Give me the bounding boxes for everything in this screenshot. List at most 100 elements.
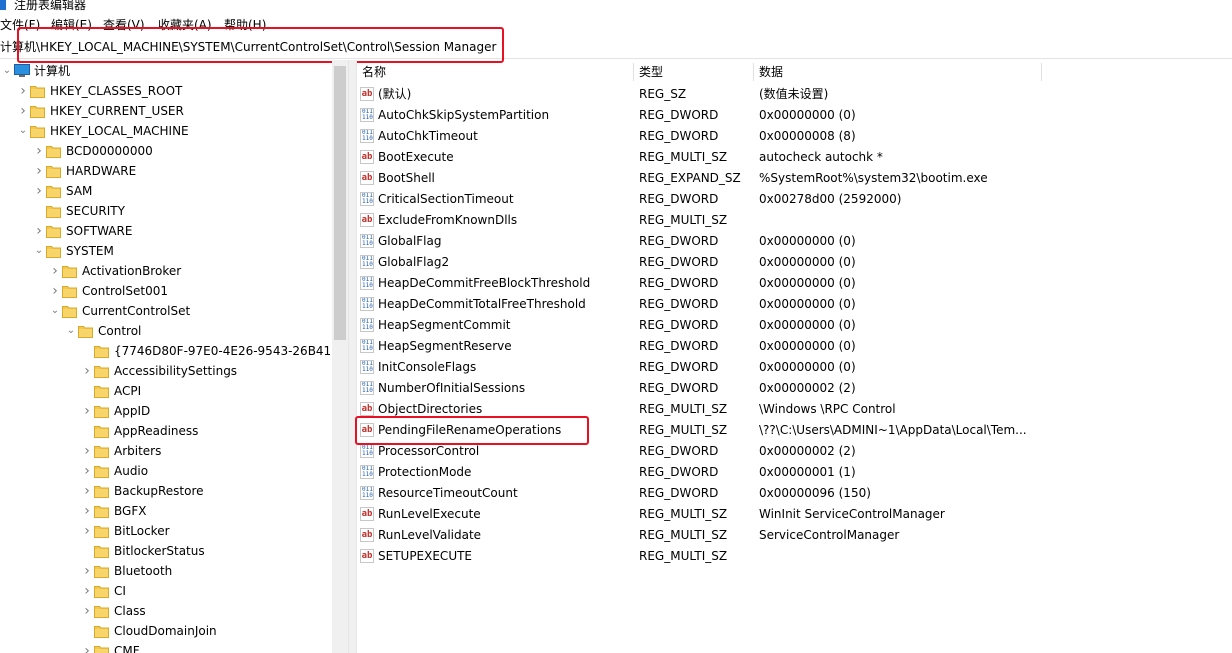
menu-edit[interactable]: 编辑(E): [51, 17, 92, 33]
value-row[interactable]: 011 110 HeapDeCommitFreeBlockThreshold REG_…: [356, 273, 1232, 294]
column-header-name[interactable]: 名称: [356, 60, 633, 84]
chevron-right-icon[interactable]: ›: [82, 521, 92, 541]
tree-item[interactable]: › Bluetooth: [0, 561, 332, 581]
tree-item[interactable]: › BCD00000000: [0, 141, 332, 161]
tree-item[interactable]: CloudDomainJoin: [0, 621, 332, 641]
value-row[interactable]: 011 110 HeapDeCommitTotalFreeThreshold REG_…: [356, 294, 1232, 315]
chevron-right-icon[interactable]: ›: [34, 181, 44, 201]
chevron-right-icon[interactable]: ›: [82, 441, 92, 461]
tree-item[interactable]: AppReadiness: [0, 421, 332, 441]
value-row[interactable]: ab PendingFileRenameOperations REG_MULTI_S…: [356, 420, 1232, 441]
value-row[interactable]: 011 110 HeapSegmentCommit REG_DWORD 0x000000…: [356, 315, 1232, 336]
value-row[interactable]: 011 110 NumberOfInitialSessions REG_DWORD 0x…: [356, 378, 1232, 399]
tree-item[interactable]: ⌄ HKEY_LOCAL_MACHINE: [0, 121, 332, 141]
chevron-right-icon[interactable]: ›: [82, 461, 92, 481]
menu-view[interactable]: 查看(V): [103, 17, 145, 33]
chevron-right-icon[interactable]: ›: [82, 481, 92, 501]
tree-item[interactable]: › BackupRestore: [0, 481, 332, 501]
chevron-right-icon[interactable]: ›: [50, 261, 60, 281]
address-path[interactable]: 计算机\HKEY_LOCAL_MACHINE\SYSTEM\CurrentCon…: [0, 39, 496, 55]
folder-icon: [94, 584, 109, 598]
tree-item[interactable]: {7746D80F-97E0-4E26-9543-26B41FC2: [0, 341, 348, 361]
tree-item[interactable]: BitlockerStatus: [0, 541, 332, 561]
column-separator[interactable]: [1041, 63, 1042, 81]
value-name: PendingFileRenameOperations: [378, 423, 562, 437]
value-data: \??\C:\Users\ADMINI~1\AppData\Local\Tem.…: [759, 423, 1027, 437]
tree-item[interactable]: ACPI: [0, 381, 332, 401]
chevron-right-icon[interactable]: ›: [34, 221, 44, 241]
chevron-down-icon[interactable]: ⌄: [34, 241, 44, 261]
address-bar[interactable]: 计算机\HKEY_LOCAL_MACHINE\SYSTEM\CurrentCon…: [0, 36, 1232, 59]
chevron-right-icon[interactable]: ›: [34, 161, 44, 181]
value-row[interactable]: ab SETUPEXECUTE REG_MULTI_SZ: [356, 546, 1232, 567]
chevron-down-icon[interactable]: ⌄: [50, 301, 60, 321]
value-name: RunLevelExecute: [378, 507, 481, 521]
chevron-right-icon[interactable]: ›: [82, 561, 92, 581]
value-row[interactable]: ab (默认) REG_SZ (数值未设置): [356, 84, 1232, 105]
value-row[interactable]: 011 110 GlobalFlag REG_DWORD 0x00000000 (0): [356, 231, 1232, 252]
value-row[interactable]: 011 110 ResourceTimeoutCount REG_DWORD 0x000…: [356, 483, 1232, 504]
value-row[interactable]: ab RunLevelValidate REG_MULTI_SZ ServiceCon…: [356, 525, 1232, 546]
tree-item[interactable]: › Class: [0, 601, 332, 621]
menu-file[interactable]: 文件(F): [0, 17, 40, 33]
tree-item[interactable]: › HKEY_CLASSES_ROOT: [0, 81, 332, 101]
chevron-down-icon[interactable]: ⌄: [66, 321, 76, 341]
value-row[interactable]: 011 110 AutoChkTimeout REG_DWORD 0x00000008 …: [356, 126, 1232, 147]
tree-item[interactable]: ⌄ Control: [0, 321, 332, 341]
value-list[interactable]: 名称 类型 数据 ab (默认) REG_SZ (数值未设置) 011 110 AutoCh…: [356, 60, 1232, 653]
value-row[interactable]: 011 110 HeapSegmentReserve REG_DWORD 0x00000…: [356, 336, 1232, 357]
tree-item[interactable]: › SOFTWARE: [0, 221, 332, 241]
chevron-right-icon[interactable]: ›: [82, 601, 92, 621]
tree-item[interactable]: › BGFX: [0, 501, 332, 521]
tree-item[interactable]: › CI: [0, 581, 332, 601]
chevron-right-icon[interactable]: ›: [82, 581, 92, 601]
menu-help[interactable]: 帮助(H): [224, 17, 266, 33]
value-row[interactable]: 011 110 ProtectionMode REG_DWORD 0x00000001 …: [356, 462, 1232, 483]
chevron-right-icon[interactable]: ›: [18, 101, 28, 121]
tree-item[interactable]: › AppID: [0, 401, 332, 421]
chevron-down-icon[interactable]: ⌄: [18, 121, 28, 141]
key-tree[interactable]: ⌄ 计算机 › HKEY_CLASSES_ROOT › HKEY_CURRENT_USER…: [0, 60, 348, 653]
value-row[interactable]: ab ObjectDirectories REG_MULTI_SZ \Windows …: [356, 399, 1232, 420]
tree-item[interactable]: › BitLocker: [0, 521, 332, 541]
tree-scrollbar[interactable]: [332, 60, 348, 653]
menu-favorites[interactable]: 收藏夹(A): [158, 17, 212, 33]
tree-item[interactable]: › Arbiters: [0, 441, 332, 461]
chevron-right-icon[interactable]: ›: [82, 401, 92, 421]
tree-item-label: CloudDomainJoin: [114, 624, 217, 638]
chevron-right-icon[interactable]: ›: [18, 81, 28, 101]
value-row[interactable]: 011 110 ProcessorControl REG_DWORD 0x0000000…: [356, 441, 1232, 462]
tree-item[interactable]: › HARDWARE: [0, 161, 332, 181]
value-row[interactable]: 011 110 InitConsoleFlags REG_DWORD 0x0000000…: [356, 357, 1232, 378]
tree-item[interactable]: › HKEY_CURRENT_USER: [0, 101, 332, 121]
folder-icon: [46, 164, 61, 178]
tree-item[interactable]: › CMF: [0, 641, 332, 653]
value-row[interactable]: ab RunLevelExecute REG_MULTI_SZ WinInit Ser…: [356, 504, 1232, 525]
value-row[interactable]: 011 110 AutoChkSkipSystemPartition REG_DWOR…: [356, 105, 1232, 126]
chevron-right-icon[interactable]: ›: [50, 281, 60, 301]
tree-item[interactable]: ⌄ SYSTEM: [0, 241, 332, 261]
chevron-right-icon[interactable]: ›: [34, 141, 44, 161]
tree-item[interactable]: SECURITY: [0, 201, 332, 221]
chevron-right-icon[interactable]: ›: [82, 361, 92, 381]
folder-icon: [78, 324, 93, 338]
chevron-right-icon[interactable]: ›: [82, 501, 92, 521]
chevron-right-icon[interactable]: ›: [82, 641, 92, 653]
tree-item[interactable]: › AccessibilitySettings: [0, 361, 332, 381]
tree-item[interactable]: › SAM: [0, 181, 332, 201]
value-row[interactable]: ab BootExecute REG_MULTI_SZ autocheck autoc…: [356, 147, 1232, 168]
tree-item[interactable]: › Audio: [0, 461, 332, 481]
value-row[interactable]: ab ExcludeFromKnownDlls REG_MULTI_SZ: [356, 210, 1232, 231]
tree-item[interactable]: › ControlSet001: [0, 281, 332, 301]
tree-item[interactable]: › ActivationBroker: [0, 261, 332, 281]
value-row[interactable]: 011 110 GlobalFlag2 REG_DWORD 0x00000000 (0): [356, 252, 1232, 273]
column-header-data[interactable]: 数据: [753, 60, 1041, 84]
value-row[interactable]: 011 110 CriticalSectionTimeout REG_DWORD 0x0…: [356, 189, 1232, 210]
value-row[interactable]: ab BootShell REG_EXPAND_SZ %SystemRoot%\sys…: [356, 168, 1232, 189]
tree-item[interactable]: ⌄ CurrentControlSet: [0, 301, 332, 321]
tree-scrollbar-thumb[interactable]: [334, 66, 346, 340]
tree-item[interactable]: ⌄ 计算机: [0, 61, 332, 81]
computer-icon: [14, 64, 30, 78]
chevron-down-icon[interactable]: ⌄: [2, 61, 12, 81]
column-header-type[interactable]: 类型: [633, 60, 753, 84]
